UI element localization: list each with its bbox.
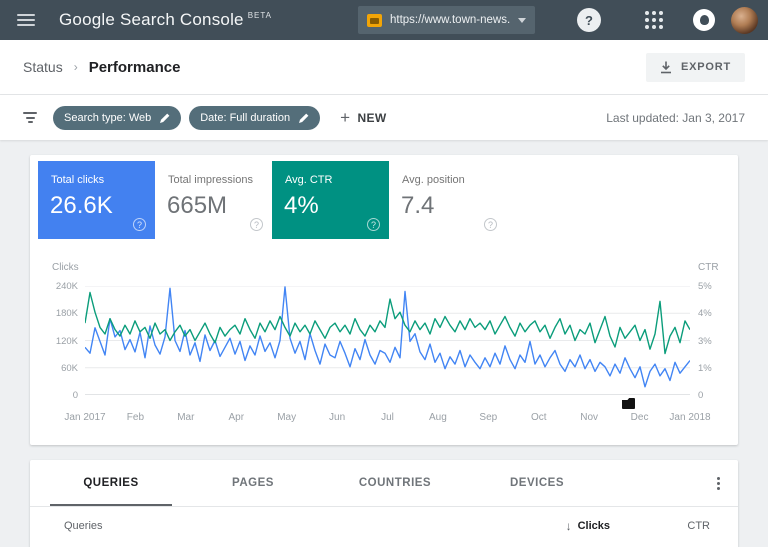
performance-chart-card: Total clicks 26.6K ? Total impressions 6… (30, 155, 738, 445)
y-tick-right: 5% (698, 281, 712, 292)
metric-label: Total impressions (168, 174, 253, 186)
breadcrumb-status[interactable]: Status (23, 59, 63, 75)
y-tick-left: 240K (55, 281, 78, 292)
export-button[interactable]: EXPORT (645, 52, 745, 82)
y-axis-left-title: Clicks (52, 262, 79, 273)
x-tick: Jan 2018 (669, 412, 711, 423)
property-url: https://www.town-news.com (390, 14, 510, 26)
product-logo: Google Search Console BETA (59, 10, 272, 30)
x-tick: Jun (329, 412, 346, 423)
dimension-tabs: QUERIES PAGES COUNTRIES DEVICES (30, 460, 738, 507)
series-clicks (85, 287, 690, 387)
metric-label: Avg. CTR (285, 174, 333, 186)
mouse-cursor (622, 398, 635, 409)
x-tick: Jan 2017 (64, 412, 106, 423)
x-tick: Nov (580, 412, 599, 423)
avatar[interactable] (731, 7, 758, 34)
x-tick: Oct (530, 412, 547, 423)
top-app-bar: Google Search Console BETA https://www.to… (0, 0, 768, 40)
column-header-queries: Queries (64, 520, 103, 532)
new-filter-label: NEW (357, 110, 387, 125)
series-ctr (85, 293, 690, 354)
tab-queries[interactable]: QUERIES (40, 460, 182, 506)
y-tick-right: 4% (698, 308, 712, 320)
metric-tile-total-impressions[interactable]: Total impressions 665M ? (155, 161, 272, 239)
help-circle-icon[interactable]: ? (367, 218, 380, 231)
filter-icon[interactable] (23, 110, 37, 126)
x-tick: Apr (228, 412, 245, 423)
metric-value: 7.4 (401, 192, 435, 219)
x-tick: May (277, 412, 297, 423)
y-tick-right: 3% (698, 335, 712, 347)
breadcrumb-bar: Status › Performance EXPORT (0, 40, 768, 95)
x-tick: Mar (177, 412, 195, 423)
table-header-row: Queries ↓ Clicks CTR (30, 507, 738, 545)
metric-value: 665M (167, 192, 228, 219)
y-tick-right: 0 (698, 390, 704, 401)
menu-icon[interactable] (17, 11, 35, 29)
export-label: EXPORT (680, 61, 731, 73)
more-options-icon[interactable] (717, 475, 720, 492)
metric-tile-avg-ctr[interactable]: Avg. CTR 4% ? (272, 161, 389, 239)
x-tick: Aug (429, 412, 447, 423)
edit-icon (160, 113, 170, 123)
column-header-ctr[interactable]: CTR (610, 520, 738, 532)
metric-label: Total clicks (51, 174, 105, 186)
edit-icon (299, 113, 309, 123)
help-circle-icon[interactable]: ? (133, 218, 146, 231)
metric-tiles: Total clicks 26.6K ? Total impressions 6… (38, 161, 506, 239)
tab-countries[interactable]: COUNTRIES (324, 460, 466, 506)
beta-badge: BETA (247, 11, 273, 21)
clicks-header-label: Clicks (577, 520, 610, 532)
product-name: Google Search Console (59, 10, 244, 29)
y-tick-left: 180K (55, 308, 78, 320)
plus-icon: + (340, 108, 351, 127)
dimensions-table-card: QUERIES PAGES COUNTRIES DEVICES Queries … (30, 460, 738, 547)
main-content: Total clicks 26.6K ? Total impressions 6… (0, 140, 768, 547)
x-tick: Dec (630, 412, 649, 423)
x-tick: Feb (126, 412, 145, 423)
y-tick-left: 120K (55, 335, 78, 347)
chip-label: Search type: Web (64, 111, 152, 124)
metric-label: Avg. position (402, 174, 465, 186)
help-icon: ? (585, 12, 593, 28)
chart-plot[interactable] (85, 286, 690, 395)
y-tick-right: 1% (698, 362, 712, 374)
metric-value: 26.6K (50, 192, 113, 219)
last-updated-text: Last updated: Jan 3, 2017 (606, 110, 745, 125)
filter-chip-search-type[interactable]: Search type: Web (53, 105, 182, 130)
x-tick: Jul (381, 412, 394, 423)
tab-pages[interactable]: PAGES (182, 460, 324, 506)
column-header-clicks[interactable]: ↓ Clicks (566, 519, 610, 533)
filter-chip-date[interactable]: Date: Full duration (189, 105, 321, 130)
breadcrumb-separator: › (73, 60, 78, 74)
y-tick-left: 0 (72, 390, 78, 401)
chip-label: Date: Full duration (200, 111, 291, 124)
bell-icon (699, 15, 709, 25)
help-circle-icon[interactable]: ? (484, 218, 497, 231)
metric-value: 4% (284, 192, 319, 219)
page-title: Performance (88, 58, 181, 76)
y-axis-right-title: CTR (698, 262, 719, 273)
property-selector[interactable]: https://www.town-news.com (358, 6, 535, 34)
new-filter-button[interactable]: + NEW (340, 109, 387, 126)
y-tick-left: 60K (61, 362, 78, 374)
apps-grid-button[interactable] (645, 11, 664, 30)
metric-tile-avg-position[interactable]: Avg. position 7.4 ? (389, 161, 506, 239)
sort-desc-icon: ↓ (565, 519, 572, 533)
help-button[interactable]: ? (577, 8, 601, 32)
x-tick: Sep (479, 412, 498, 423)
metric-tile-total-clicks[interactable]: Total clicks 26.6K ? (38, 161, 155, 239)
property-icon (367, 13, 382, 27)
download-icon (660, 61, 671, 73)
chevron-down-icon (518, 17, 526, 23)
notifications-button[interactable] (693, 9, 715, 31)
help-circle-icon[interactable]: ? (250, 218, 263, 231)
tab-devices[interactable]: DEVICES (466, 460, 608, 506)
filter-bar: Search type: Web Date: Full duration + N… (0, 95, 768, 140)
